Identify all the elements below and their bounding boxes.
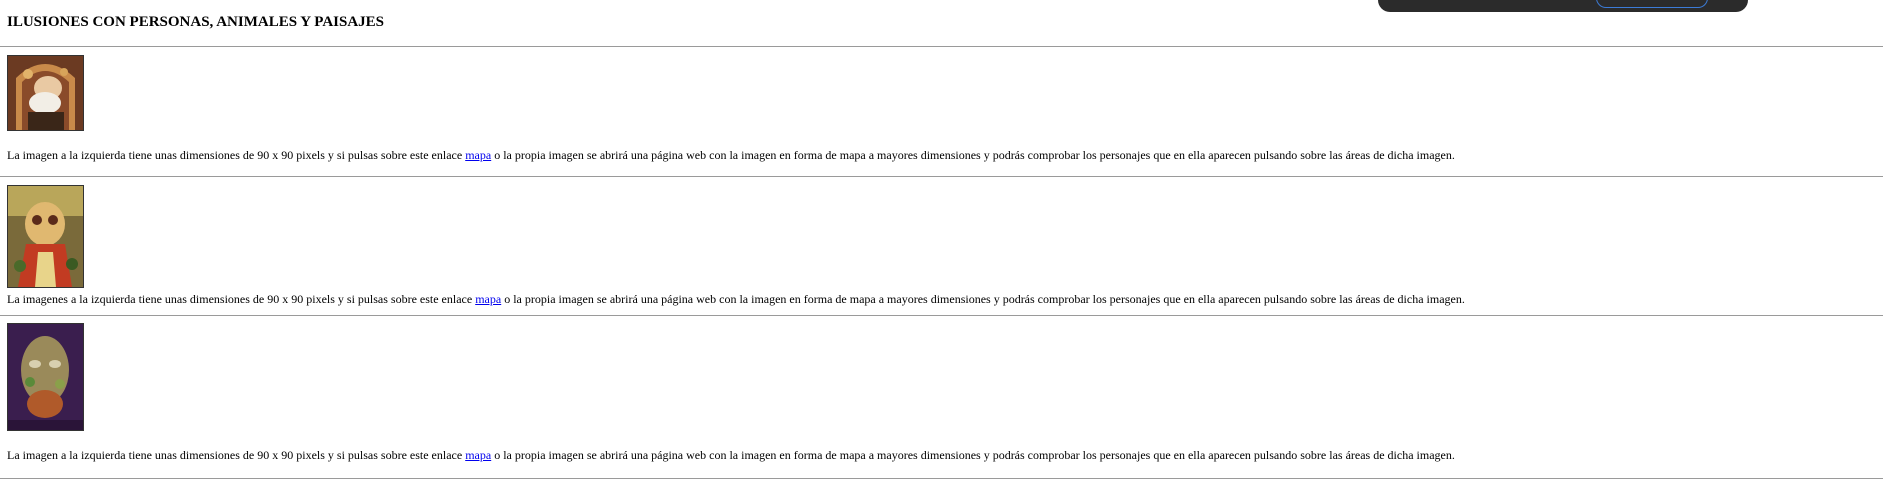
description-text: La imagen a la izquierda tiene unas dime… (7, 448, 466, 462)
map-link-3[interactable]: mapa (465, 448, 491, 462)
description-1: La imagen a la izquierda tiene unas dime… (7, 148, 1455, 162)
description-text: o la propia imagen se abrirá una página … (501, 292, 1465, 306)
illusion-thumbnail-1[interactable] (7, 55, 84, 131)
divider (0, 478, 1883, 479)
divider (0, 315, 1883, 316)
map-link-1[interactable]: mapa (465, 148, 491, 162)
browser-popup-overlay (1378, 0, 1748, 12)
divider (0, 46, 1883, 47)
description-2: La imagenes a la izquierda tiene unas di… (7, 292, 1465, 306)
description-text: o la propia imagen se abrirá una página … (491, 448, 1455, 462)
page-title: ILUSIONES CON PERSONAS, ANIMALES Y PAISA… (7, 14, 385, 30)
popup-button-outline[interactable] (1596, 0, 1708, 8)
description-text: La imagenes a la izquierda tiene unas di… (7, 292, 476, 306)
map-link-2[interactable]: mapa (475, 292, 501, 306)
description-text: La imagen a la izquierda tiene unas dime… (7, 148, 466, 162)
illusion-thumbnail-2[interactable] (7, 185, 84, 288)
description-text: o la propia imagen se abrirá una página … (491, 148, 1455, 162)
description-3: La imagen a la izquierda tiene unas dime… (7, 448, 1455, 462)
divider (0, 176, 1883, 177)
illusion-thumbnail-3[interactable] (7, 323, 84, 431)
